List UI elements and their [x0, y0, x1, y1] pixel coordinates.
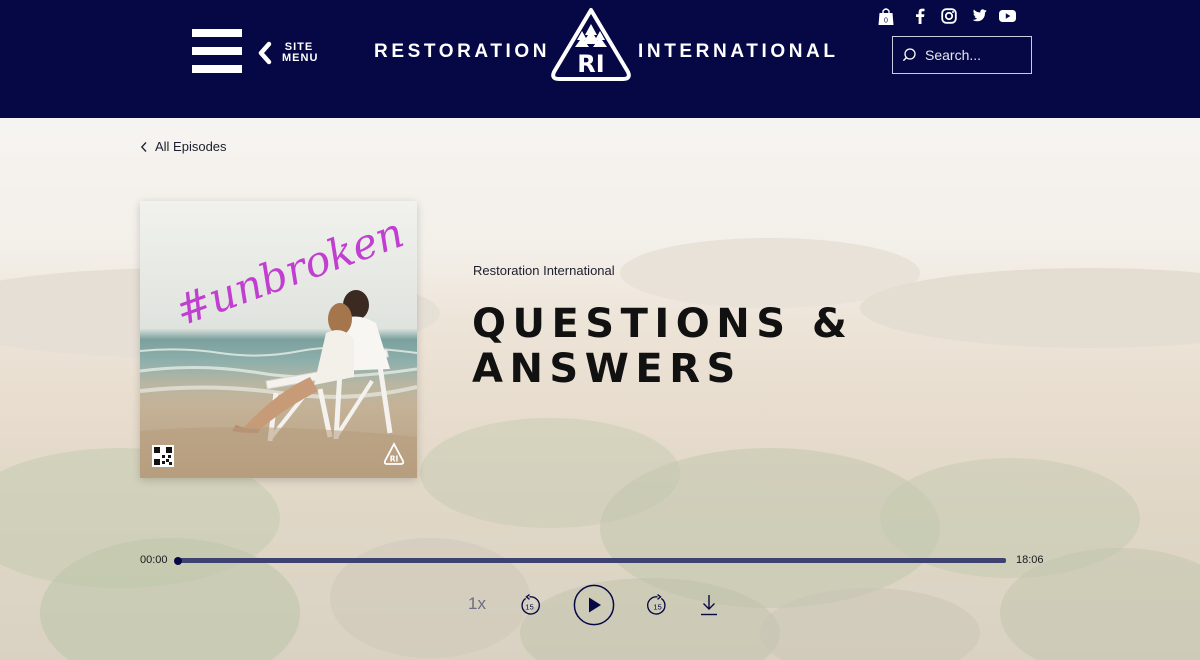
qr-code: [152, 445, 174, 467]
brand-name-left: RESTORATION: [374, 41, 551, 62]
rewind-15-icon[interactable]: 15: [518, 594, 541, 617]
play-button[interactable]: [573, 584, 615, 626]
twitter-icon[interactable]: [968, 6, 988, 26]
facebook-icon[interactable]: [910, 6, 930, 26]
chevron-left-icon: [140, 141, 147, 152]
header-icons: 0: [876, 6, 1026, 26]
brand-name-right: INTERNATIONAL: [638, 41, 839, 62]
site-menu-button[interactable]: SITE MENU: [256, 40, 319, 66]
hamburger-icon[interactable]: [192, 29, 242, 74]
ri-logo[interactable]: RI: [548, 6, 634, 84]
search-icon: [903, 48, 916, 61]
svg-text:15: 15: [525, 602, 534, 611]
svg-text:RI: RI: [577, 50, 604, 78]
cover-title-text: #unbroken: [169, 208, 410, 336]
search-input[interactable]: [925, 47, 1031, 63]
all-episodes-label: All Episodes: [155, 139, 227, 154]
episode-title: QUESTIONS & ANSWERS: [472, 301, 854, 392]
youtube-icon[interactable]: [997, 6, 1017, 26]
site-header: SITE MENU RESTORATION RI INTERNATIONAL 0: [0, 0, 1200, 118]
site-menu-label: SITE MENU: [282, 41, 319, 64]
current-time: 00:00: [140, 554, 168, 566]
svg-text:15: 15: [653, 602, 662, 611]
duration: 18:06: [1016, 554, 1044, 566]
player-controls: 1x 15 15: [0, 584, 1200, 626]
all-episodes-link[interactable]: All Episodes: [140, 139, 227, 154]
playback-speed-button[interactable]: 1x: [468, 594, 486, 614]
progress-bar[interactable]: [174, 556, 1006, 565]
download-icon[interactable]: [699, 594, 719, 616]
episode-cover-art: #unbroken RI: [140, 201, 417, 478]
show-name: Restoration International: [473, 263, 615, 278]
progress-knob[interactable]: [174, 556, 182, 565]
instagram-icon[interactable]: [939, 6, 959, 26]
svg-text:RI: RI: [390, 455, 399, 464]
search-box[interactable]: [892, 36, 1032, 74]
play-icon: [589, 597, 601, 613]
svg-text:0: 0: [884, 17, 888, 24]
chevron-left-icon: [258, 41, 272, 65]
forward-15-icon[interactable]: 15: [646, 594, 669, 617]
cart-icon[interactable]: 0: [876, 6, 896, 26]
